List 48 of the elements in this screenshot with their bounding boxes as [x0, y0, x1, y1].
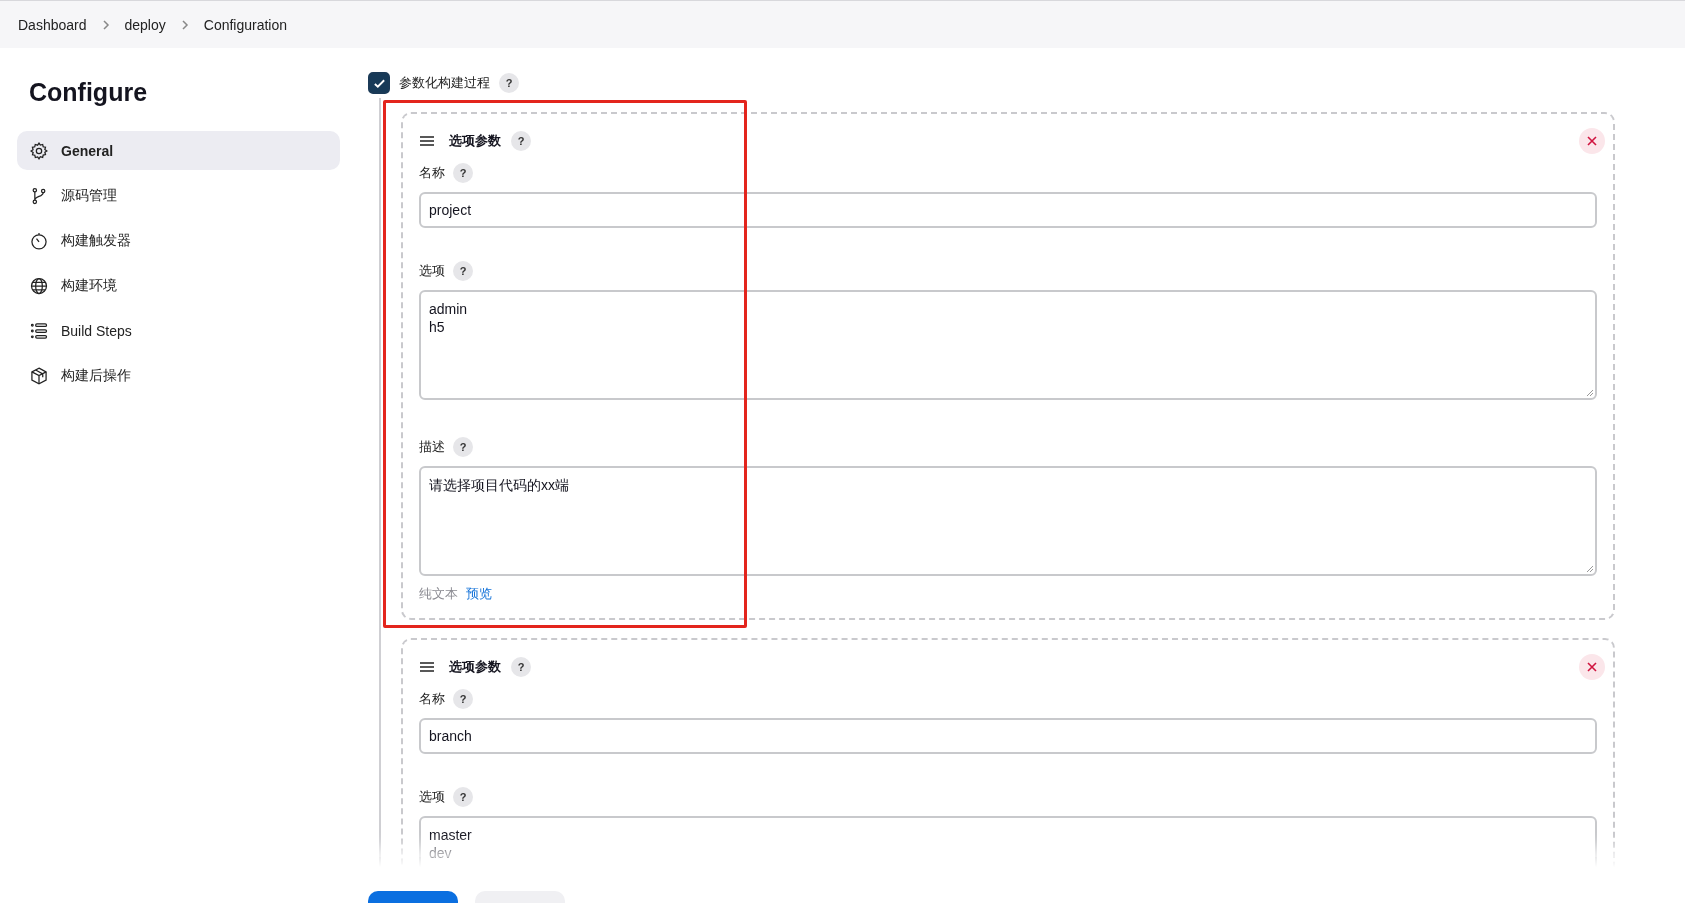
field-label: 选项	[419, 262, 445, 280]
preview-link[interactable]: 预览	[466, 585, 492, 603]
checkbox[interactable]	[368, 72, 390, 94]
breadcrumb-link[interactable]: Dashboard	[18, 16, 87, 33]
close-icon	[1587, 662, 1597, 672]
chevron-icon	[100, 19, 111, 30]
globe-icon	[29, 275, 49, 296]
sidebar-item[interactable]: 源码管理	[17, 176, 340, 215]
drag-handle-icon[interactable]	[419, 661, 435, 673]
help-icon[interactable]: ?	[499, 73, 519, 93]
package-icon	[29, 365, 49, 386]
help-icon[interactable]: ?	[453, 437, 473, 457]
resize-grip-icon[interactable]	[1586, 565, 1594, 573]
drag-handle-icon[interactable]	[419, 135, 435, 147]
textarea-field[interactable]: 请选择项目代码的xx端	[419, 466, 1597, 576]
input-field[interactable]: branch	[419, 718, 1597, 754]
sidebar-item[interactable]: 构建触发器	[17, 221, 340, 260]
help-icon[interactable]: ?	[453, 787, 473, 807]
format-label: 纯文本	[419, 585, 458, 603]
page-title: Configure	[29, 78, 149, 107]
card-title: 选项参数	[449, 658, 501, 676]
help-icon[interactable]: ?	[511, 131, 531, 151]
breadcrumb-link[interactable]: deploy	[124, 16, 166, 33]
field-label: 选项	[419, 788, 445, 806]
resize-grip-icon[interactable]	[1586, 389, 1594, 397]
stopwatch-icon	[29, 230, 49, 251]
field-label: 名称	[419, 164, 445, 182]
close-icon	[1587, 136, 1597, 146]
checkbox-label: 参数化构建过程	[399, 74, 490, 92]
help-icon[interactable]: ?	[453, 163, 473, 183]
list-icon	[29, 320, 49, 341]
input-field[interactable]: project	[419, 192, 1597, 228]
help-icon[interactable]: ?	[511, 657, 531, 677]
help-icon[interactable]: ?	[453, 261, 473, 281]
sidebar-item[interactable]: 构建后操作	[17, 356, 340, 395]
settings-icon	[29, 140, 49, 161]
sidebar-item[interactable]: General	[17, 131, 340, 170]
textarea-field[interactable]: admin h5	[419, 290, 1597, 400]
sidebar-item[interactable]: 构建环境	[17, 266, 340, 305]
help-icon[interactable]: ?	[453, 689, 473, 709]
close-button[interactable]	[1579, 654, 1605, 680]
card-title: 选项参数	[449, 132, 501, 150]
chevron-icon	[179, 19, 190, 30]
field-label: 名称	[419, 690, 445, 708]
field-label: 描述	[419, 438, 445, 456]
breadcrumb-link[interactable]: Configuration	[203, 16, 288, 33]
close-button[interactable]	[1579, 128, 1605, 154]
sidebar-item[interactable]: Build Steps	[17, 311, 340, 350]
